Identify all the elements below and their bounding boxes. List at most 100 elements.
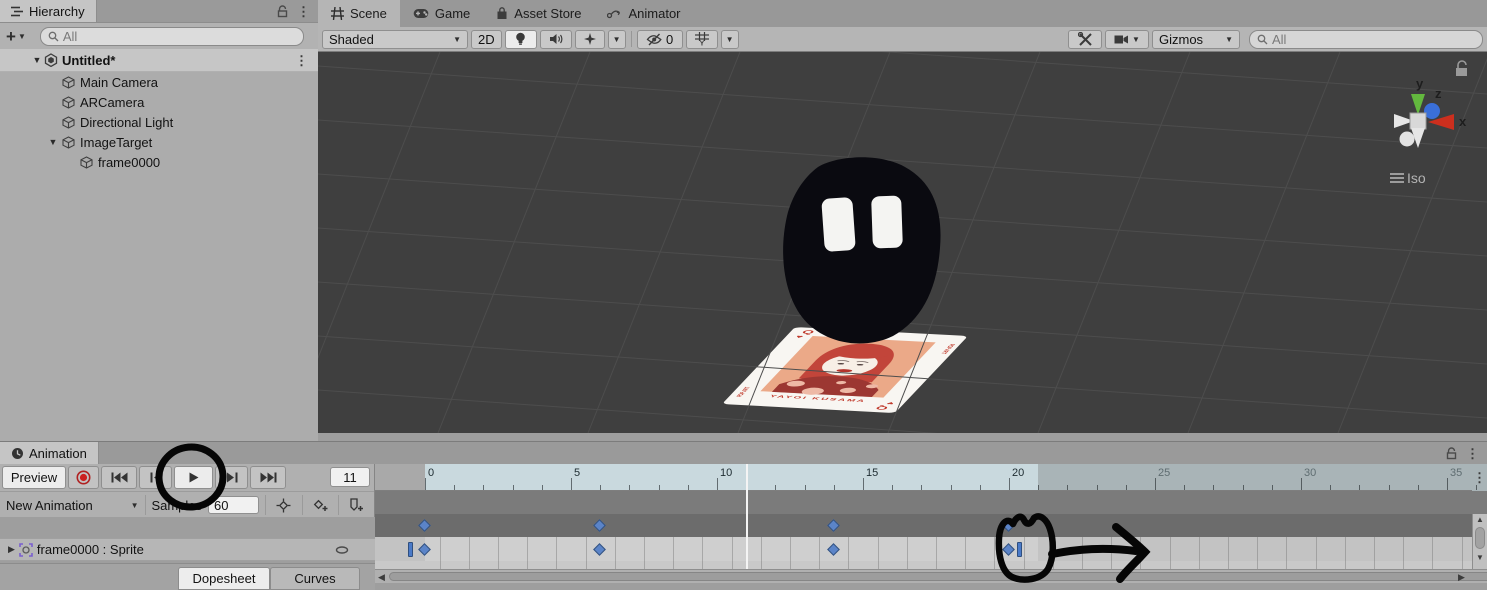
goto-last-frame-button[interactable] [250, 466, 286, 489]
scene-expander-icon[interactable]: ▼ [30, 55, 44, 65]
scene-audio-toggle[interactable] [540, 30, 572, 49]
ruler-tick [1476, 485, 1477, 490]
hierarchy-menu-icon[interactable]: ⋮ [297, 5, 310, 18]
scene-viewport[interactable]: YAYOI KUSAMA Q ♥ Q ♥ POP ART POP ART [318, 52, 1487, 433]
scene-grid-dropdown[interactable]: ▼ [721, 30, 739, 49]
expander-icon[interactable]: ▼ [46, 137, 60, 147]
scene-grid-toggle[interactable]: Y [686, 30, 718, 49]
scene-effects-dropdown[interactable]: ▼ [608, 30, 626, 49]
chevron-down-icon: ▼ [1132, 35, 1140, 44]
clip-dropdown[interactable]: New Animation ▼ [6, 498, 139, 513]
ruler-tick [629, 485, 630, 490]
viewport-lock-icon[interactable] [1456, 61, 1467, 76]
projection-toggle[interactable]: Iso [1390, 170, 1426, 186]
tab-game[interactable]: Game [400, 0, 483, 27]
next-keyframe-button[interactable] [215, 466, 248, 489]
tab-scene[interactable]: Scene [318, 0, 400, 27]
animation-timeline[interactable]: ◀ ▶ ⋮ ▲ ▼ 05101520253035 [375, 464, 1487, 590]
vscroll-up-icon[interactable]: ▲ [1476, 516, 1484, 524]
tab-dopesheet[interactable]: Dopesheet [178, 567, 270, 590]
ruler-tick [834, 485, 835, 490]
row-gridline [1257, 537, 1258, 569]
timeline-hscrollbar[interactable]: ◀ ▶ [375, 569, 1487, 583]
separator [265, 495, 266, 515]
separator [338, 495, 339, 515]
unity-logo-icon [44, 53, 58, 67]
vscroll-thumb[interactable] [1475, 527, 1485, 549]
hierarchy-item-main-camera[interactable]: Main Camera [0, 72, 318, 92]
scene-menu-icon[interactable]: ⋮ [295, 54, 308, 67]
row-gridline [1053, 537, 1054, 569]
grid-axis-icon: Y [695, 32, 709, 46]
hierarchy-item-frame0000[interactable]: frame0000 [0, 152, 318, 172]
add-keyframe-button[interactable] [309, 498, 332, 512]
tab-hierarchy[interactable]: Hierarchy [0, 0, 97, 22]
add-event-button[interactable] [345, 498, 368, 512]
scene-visibility-toggle[interactable]: 0 [637, 30, 683, 49]
hscroll-left-icon[interactable]: ◀ [378, 573, 385, 582]
create-object-caret-icon[interactable]: ▼ [18, 32, 26, 41]
row-gridline [615, 537, 616, 569]
ruler-post-range[interactable] [1038, 464, 1487, 491]
tab-asset-store[interactable]: Asset Store [483, 0, 594, 27]
vscroll-down-icon[interactable]: ▼ [1476, 554, 1484, 562]
foldout-arrow-icon[interactable]: ▶ [8, 544, 15, 555]
tab-game-label: Game [435, 6, 470, 21]
hierarchy-search-input[interactable]: All [40, 27, 304, 46]
hscroll-thumb[interactable] [389, 572, 1487, 581]
animation-menu-icon[interactable]: ⋮ [1466, 447, 1479, 460]
row-gridline [907, 537, 908, 569]
scene-row-untitled[interactable]: ▼ Untitled* ⋮ [0, 49, 318, 72]
keyframe-range-bar[interactable] [408, 542, 413, 557]
component-tools-button[interactable] [1068, 30, 1102, 49]
tab-animator[interactable]: Animator [594, 0, 693, 27]
goto-first-frame-button[interactable] [101, 466, 137, 489]
preview-button[interactable]: Preview [2, 466, 66, 489]
curve-toggle-icon[interactable] [335, 546, 349, 554]
keyframe-range-bar[interactable] [1017, 542, 1022, 557]
scene-camera-settings-button[interactable]: ▼ [1105, 30, 1149, 49]
animator-icon [607, 8, 622, 19]
ruler-tick [1067, 485, 1068, 490]
ruler-tick [688, 485, 689, 490]
ruler-tick [542, 485, 543, 490]
row-gridline [1199, 537, 1200, 569]
axis-center-cube[interactable] [1410, 113, 1426, 129]
axis-orientation-gizmo[interactable]: y z x Iso [1390, 61, 1467, 186]
current-frame-field[interactable]: 11 [330, 467, 370, 487]
play-button[interactable] [174, 466, 213, 489]
ruler-label: 0 [428, 467, 434, 479]
playhead[interactable] [746, 464, 748, 569]
unlock-icon[interactable] [276, 5, 289, 18]
2d-toggle-button[interactable]: 2D [471, 30, 502, 49]
scene-effects-toggle[interactable] [575, 30, 605, 49]
axis-neg-z-sphere[interactable] [1400, 132, 1415, 147]
create-object-button[interactable]: + [6, 28, 16, 45]
hierarchy-item-imagetarget[interactable]: ▼ImageTarget [0, 132, 318, 152]
summary-keyframe-row[interactable] [375, 514, 1487, 537]
unity-editor-window: Hierarchy ⋮ + ▼ All ▼ [0, 0, 1487, 590]
keyframe-diamond-icon [276, 498, 291, 513]
last-frame-icon [260, 472, 277, 483]
hscroll-right-icon[interactable]: ▶ [1458, 573, 1465, 582]
scene-search-input[interactable]: All [1249, 30, 1483, 49]
record-button[interactable] [68, 466, 99, 489]
shading-mode-dropdown[interactable]: Shaded ▼ [322, 30, 468, 49]
previous-keyframe-button[interactable] [139, 466, 172, 489]
hierarchy-item-directional-light[interactable]: Directional Light [0, 112, 318, 132]
lightbulb-icon [515, 32, 526, 46]
timeline-menu-button[interactable]: ⋮ [1472, 464, 1487, 491]
scene-lighting-toggle[interactable] [505, 30, 537, 49]
hierarchy-item-arcamera[interactable]: ARCamera [0, 92, 318, 112]
gizmos-dropdown[interactable]: Gizmos ▼ [1152, 30, 1240, 49]
tab-animation[interactable]: Animation [0, 442, 99, 464]
row-gridline [1024, 537, 1025, 569]
tab-curves[interactable]: Curves [270, 567, 360, 590]
axis-y-cone[interactable] [1411, 94, 1425, 115]
unlock-icon[interactable] [1445, 447, 1458, 460]
hierarchy-panel: Hierarchy ⋮ + ▼ All ▼ [0, 0, 319, 441]
samples-field[interactable]: 60 [208, 496, 259, 514]
timeline-vscrollbar[interactable]: ▲ ▼ [1472, 514, 1487, 569]
property-row-sprite[interactable]: ▶ frame0000 : Sprite [0, 538, 375, 561]
keyframe-nav-button[interactable] [272, 498, 295, 513]
